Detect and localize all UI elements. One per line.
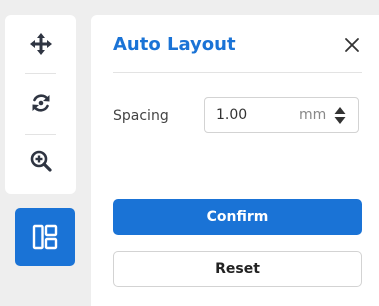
move-arrows-icon <box>29 33 52 55</box>
zoom-in-icon <box>30 150 52 172</box>
confirm-button[interactable]: Confirm <box>113 199 362 235</box>
spacing-value[interactable]: 1.00 <box>216 106 247 124</box>
panel-divider <box>113 72 362 73</box>
rotate-tool-button[interactable] <box>5 77 76 129</box>
toolbar-divider <box>25 73 56 74</box>
close-icon <box>345 38 359 52</box>
spacing-stepper[interactable] <box>334 107 346 124</box>
spacing-input[interactable]: 1.00 mm <box>204 97 359 133</box>
spacing-label: Spacing <box>113 108 169 124</box>
spacing-unit: mm <box>299 107 327 123</box>
auto-layout-button[interactable] <box>15 208 75 266</box>
rotate-icon <box>32 94 49 112</box>
auto-layout-panel: Auto Layout Spacing 1.00 mm Confirm Rese… <box>91 15 379 306</box>
stepper-arrows-icon <box>334 107 346 124</box>
move-tool-button[interactable] <box>5 18 76 70</box>
panel-title: Auto Layout <box>113 34 236 55</box>
reset-button[interactable]: Reset <box>113 251 362 287</box>
tool-sidebar <box>5 15 76 194</box>
close-button[interactable] <box>343 36 361 54</box>
auto-layout-icon <box>32 224 58 250</box>
zoom-tool-button[interactable] <box>5 135 76 187</box>
